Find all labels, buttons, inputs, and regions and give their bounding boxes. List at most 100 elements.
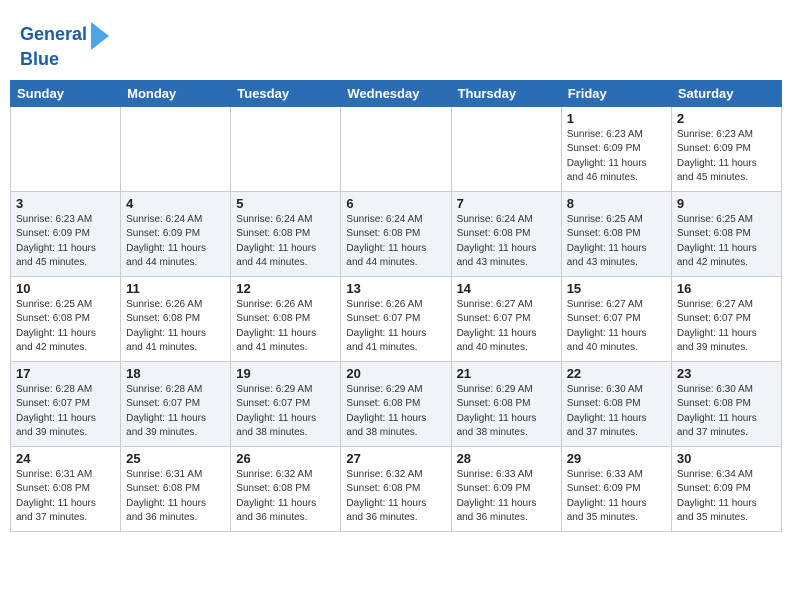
calendar-cell: 20Sunrise: 6:29 AM Sunset: 6:08 PM Dayli…: [341, 361, 451, 446]
calendar-cell: 22 Sunrise: 6:30 AM Sunset: 6:08 PM Dayli…: [561, 361, 671, 446]
calendar-cell: 28 Sunrise: 6:33 AM Sunset: 6:09 PM Dayli…: [451, 446, 561, 531]
day-info: Sunrise: 6:29 AM Sunset: 6:07 PM Dayligh…: [236, 383, 335, 441]
day-info: Sunrise: 6:34 AM Sunset: 6:09 PM Dayligh…: [677, 468, 776, 526]
weekday-header-monday: Monday: [121, 80, 231, 106]
calendar-cell: 8 Sunrise: 6:25 AM Sunset: 6:08 PM Daylig…: [561, 191, 671, 276]
logo-arrow-icon: [91, 22, 109, 50]
day-info: Sunrise: 6:32 AM Sunset: 6:08 PM Dayligh…: [346, 468, 445, 526]
day-info: Sunrise: 6:33 AM Sunset: 6:09 PM Dayligh…: [567, 468, 666, 526]
day-number: 6: [346, 196, 445, 211]
calendar-cell: 5 Sunrise: 6:24 AM Sunset: 6:08 PM Daylig…: [231, 191, 341, 276]
day-number: 4: [126, 196, 225, 211]
day-info: Sunrise: 6:31 AM Sunset: 6:08 PM Dayligh…: [126, 468, 225, 526]
day-info: Sunrise: 6:23 AM Sunset: 6:09 PM Dayligh…: [567, 128, 666, 186]
calendar-cell: 29 Sunrise: 6:33 AM Sunset: 6:09 PM Dayli…: [561, 446, 671, 531]
calendar-cell: 16Sunrise: 6:27 AM Sunset: 6:07 PM Dayli…: [671, 276, 781, 361]
logo-text-blue: Blue: [20, 50, 59, 70]
day-info: Sunrise: 6:32 AM Sunset: 6:08 PM Dayligh…: [236, 468, 335, 526]
calendar-cell: 18 Sunrise: 6:28 AM Sunset: 6:07 PM Dayli…: [121, 361, 231, 446]
day-number: 24: [16, 451, 115, 466]
calendar-cell: [231, 106, 341, 191]
day-info: Sunrise: 6:24 AM Sunset: 6:08 PM Dayligh…: [236, 213, 335, 271]
day-number: 29: [567, 451, 666, 466]
calendar-cell: 24 Sunrise: 6:31 AM Sunset: 6:08 PM Dayli…: [11, 446, 121, 531]
day-number: 11: [126, 281, 225, 296]
day-number: 20: [346, 366, 445, 381]
calendar-cell: 17Sunrise: 6:28 AM Sunset: 6:07 PM Dayli…: [11, 361, 121, 446]
day-number: 25: [126, 451, 225, 466]
day-info: Sunrise: 6:30 AM Sunset: 6:08 PM Dayligh…: [567, 383, 666, 441]
day-info: Sunrise: 6:30 AM Sunset: 6:08 PM Dayligh…: [677, 383, 776, 441]
day-number: 22: [567, 366, 666, 381]
day-number: 2: [677, 111, 776, 126]
day-info: Sunrise: 6:31 AM Sunset: 6:08 PM Dayligh…: [16, 468, 115, 526]
calendar-cell: 25 Sunrise: 6:31 AM Sunset: 6:08 PM Dayli…: [121, 446, 231, 531]
day-number: 26: [236, 451, 335, 466]
calendar-cell: [341, 106, 451, 191]
weekday-header-row: SundayMondayTuesdayWednesdayThursdayFrid…: [11, 80, 782, 106]
day-info: Sunrise: 6:26 AM Sunset: 6:08 PM Dayligh…: [236, 298, 335, 356]
day-info: Sunrise: 6:25 AM Sunset: 6:08 PM Dayligh…: [677, 213, 776, 271]
calendar-cell: 15Sunrise: 6:27 AM Sunset: 6:07 PM Dayli…: [561, 276, 671, 361]
day-info: Sunrise: 6:27 AM Sunset: 6:07 PM Dayligh…: [567, 298, 666, 356]
calendar-cell: 14Sunrise: 6:27 AM Sunset: 6:07 PM Dayli…: [451, 276, 561, 361]
calendar-cell: [451, 106, 561, 191]
day-number: 18: [126, 366, 225, 381]
day-info: Sunrise: 6:25 AM Sunset: 6:08 PM Dayligh…: [16, 298, 115, 356]
day-number: 12: [236, 281, 335, 296]
day-number: 7: [457, 196, 556, 211]
calendar-cell: 27 Sunrise: 6:32 AM Sunset: 6:08 PM Dayli…: [341, 446, 451, 531]
weekday-header-wednesday: Wednesday: [341, 80, 451, 106]
calendar-cell: 3 Sunrise: 6:23 AM Sunset: 6:09 PM Daylig…: [11, 191, 121, 276]
day-number: 30: [677, 451, 776, 466]
calendar-cell: 12 Sunrise: 6:26 AM Sunset: 6:08 PM Dayli…: [231, 276, 341, 361]
week-row-3: 10Sunrise: 6:25 AM Sunset: 6:08 PM Dayli…: [11, 276, 782, 361]
calendar-cell: 2Sunrise: 6:23 AM Sunset: 6:09 PM Daylig…: [671, 106, 781, 191]
calendar-cell: 7 Sunrise: 6:24 AM Sunset: 6:08 PM Daylig…: [451, 191, 561, 276]
week-row-1: 1 Sunrise: 6:23 AM Sunset: 6:09 PM Daylig…: [11, 106, 782, 191]
calendar-cell: 23 Sunrise: 6:30 AM Sunset: 6:08 PM Dayli…: [671, 361, 781, 446]
calendar-cell: [121, 106, 231, 191]
calendar-cell: 6Sunrise: 6:24 AM Sunset: 6:08 PM Daylig…: [341, 191, 451, 276]
day-info: Sunrise: 6:26 AM Sunset: 6:08 PM Dayligh…: [126, 298, 225, 356]
weekday-header-saturday: Saturday: [671, 80, 781, 106]
day-number: 1: [567, 111, 666, 126]
weekday-header-thursday: Thursday: [451, 80, 561, 106]
day-info: Sunrise: 6:33 AM Sunset: 6:09 PM Dayligh…: [457, 468, 556, 526]
day-number: 9: [677, 196, 776, 211]
day-number: 5: [236, 196, 335, 211]
day-info: Sunrise: 6:26 AM Sunset: 6:07 PM Dayligh…: [346, 298, 445, 356]
day-number: 19: [236, 366, 335, 381]
week-row-5: 24 Sunrise: 6:31 AM Sunset: 6:08 PM Dayli…: [11, 446, 782, 531]
calendar-cell: 13 Sunrise: 6:26 AM Sunset: 6:07 PM Dayli…: [341, 276, 451, 361]
page-header: General Blue: [10, 10, 782, 75]
day-number: 27: [346, 451, 445, 466]
calendar-cell: 1 Sunrise: 6:23 AM Sunset: 6:09 PM Daylig…: [561, 106, 671, 191]
day-info: Sunrise: 6:24 AM Sunset: 6:09 PM Dayligh…: [126, 213, 225, 271]
weekday-header-tuesday: Tuesday: [231, 80, 341, 106]
day-info: Sunrise: 6:23 AM Sunset: 6:09 PM Dayligh…: [16, 213, 115, 271]
calendar-table: SundayMondayTuesdayWednesdayThursdayFrid…: [10, 80, 782, 532]
day-number: 8: [567, 196, 666, 211]
calendar-cell: 19 Sunrise: 6:29 AM Sunset: 6:07 PM Dayli…: [231, 361, 341, 446]
day-info: Sunrise: 6:27 AM Sunset: 6:07 PM Dayligh…: [677, 298, 776, 356]
week-row-2: 3 Sunrise: 6:23 AM Sunset: 6:09 PM Daylig…: [11, 191, 782, 276]
day-number: 23: [677, 366, 776, 381]
calendar-cell: 30 Sunrise: 6:34 AM Sunset: 6:09 PM Dayli…: [671, 446, 781, 531]
calendar-cell: 26 Sunrise: 6:32 AM Sunset: 6:08 PM Dayli…: [231, 446, 341, 531]
day-number: 3: [16, 196, 115, 211]
week-row-4: 17Sunrise: 6:28 AM Sunset: 6:07 PM Dayli…: [11, 361, 782, 446]
day-info: Sunrise: 6:28 AM Sunset: 6:07 PM Dayligh…: [126, 383, 225, 441]
calendar-cell: 10Sunrise: 6:25 AM Sunset: 6:08 PM Dayli…: [11, 276, 121, 361]
day-number: 13: [346, 281, 445, 296]
day-number: 14: [457, 281, 556, 296]
calendar-cell: 21Sunrise: 6:29 AM Sunset: 6:08 PM Dayli…: [451, 361, 561, 446]
day-info: Sunrise: 6:28 AM Sunset: 6:07 PM Dayligh…: [16, 383, 115, 441]
logo: General Blue: [20, 20, 109, 70]
day-number: 28: [457, 451, 556, 466]
day-number: 21: [457, 366, 556, 381]
logo-text: General: [20, 25, 87, 45]
day-info: Sunrise: 6:24 AM Sunset: 6:08 PM Dayligh…: [457, 213, 556, 271]
day-info: Sunrise: 6:25 AM Sunset: 6:08 PM Dayligh…: [567, 213, 666, 271]
calendar-cell: 11 Sunrise: 6:26 AM Sunset: 6:08 PM Dayli…: [121, 276, 231, 361]
